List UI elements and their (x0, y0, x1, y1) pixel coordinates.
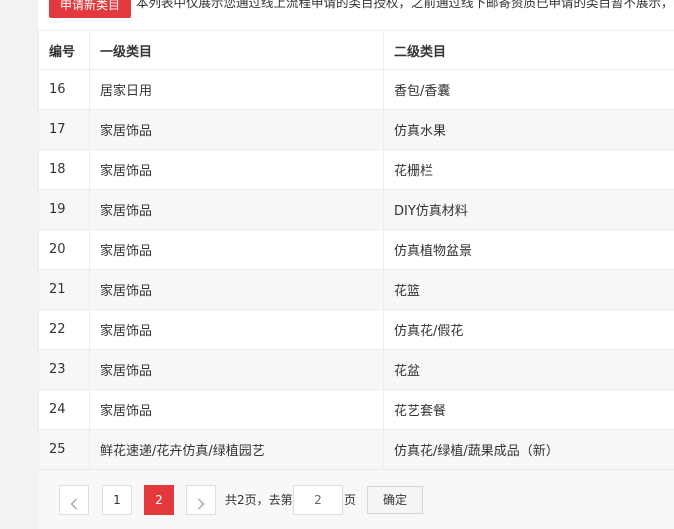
table-row: 21 家居饰品 花篮 (38, 269, 674, 310)
cell-secondary-category: DIY仿真材料 (383, 189, 674, 230)
cell-id: 21 (38, 269, 90, 310)
cell-id: 23 (38, 349, 90, 390)
cell-secondary-category: 花盆 (383, 349, 674, 390)
page-button-1[interactable]: 1 (102, 485, 132, 515)
cell-id: 22 (38, 309, 90, 350)
confirm-goto-button[interactable]: 确定 (367, 486, 423, 514)
cell-secondary-category: 花艺套餐 (383, 389, 674, 430)
cell-id: 25 (38, 429, 90, 470)
cell-id: 17 (38, 109, 90, 150)
cell-secondary-category: 花篮 (383, 269, 674, 310)
cell-primary-category: 家居饰品 (89, 389, 384, 430)
cell-secondary-category: 花栅栏 (383, 149, 674, 190)
cell-primary-category: 家居饰品 (89, 149, 384, 190)
table-row: 17 家居饰品 仿真水果 (38, 109, 674, 150)
column-header-secondary-category: 二级类目 (383, 30, 674, 70)
cell-id: 16 (38, 69, 90, 110)
column-header-id: 编号 (38, 30, 90, 70)
cell-secondary-category: 仿真花/绿植/蔬果成品（新） (383, 429, 674, 470)
cell-secondary-category: 仿真花/假花 (383, 309, 674, 350)
cell-primary-category: 居家日用 (89, 69, 384, 110)
cell-id: 18 (38, 149, 90, 190)
table-row: 20 家居饰品 仿真植物盆景 (38, 229, 674, 270)
cell-primary-category: 鲜花速递/花卉仿真/绿植园艺 (89, 429, 384, 470)
prev-page-button[interactable] (59, 485, 89, 515)
cell-primary-category: 家居饰品 (89, 109, 384, 150)
toolbar: 申请新类目 本列表中仅展示您通过线上流程申请的类目授权，之前通过线下邮寄资质已申… (38, 0, 674, 18)
category-authorization-panel: 申请新类目 本列表中仅展示您通过线上流程申请的类目授权，之前通过线下邮寄资质已申… (38, 0, 674, 529)
cell-primary-category: 家居饰品 (89, 269, 384, 310)
category-table: 编号 一级类目 二级类目 16 居家日用 香包/香囊 17 家居饰品 仿真水果 … (38, 30, 674, 470)
cell-secondary-category: 香包/香囊 (383, 69, 674, 110)
total-pages-text: 共2页，去第 (225, 493, 293, 507)
column-header-primary-category: 一级类目 (89, 30, 384, 70)
table-row: 18 家居饰品 花栅栏 (38, 149, 674, 190)
notice-text: 本列表中仅展示您通过线上流程申请的类目授权，之前通过线下邮寄资质已申请的类目暂不… (136, 0, 674, 10)
cell-id: 20 (38, 229, 90, 270)
cell-id: 19 (38, 189, 90, 230)
page-button-2[interactable]: 2 (144, 485, 174, 515)
cell-primary-category: 家居饰品 (89, 349, 384, 390)
apply-new-category-button[interactable]: 申请新类目 (49, 0, 131, 18)
next-page-button[interactable] (186, 485, 216, 515)
cell-secondary-category: 仿真水果 (383, 109, 674, 150)
cell-id: 24 (38, 389, 90, 430)
pagination: 1 2 共2页，去第 页 确定 (38, 470, 674, 529)
page-suffix-text: 页 (344, 493, 357, 507)
goto-page-input[interactable] (293, 485, 343, 515)
table-row: 23 家居饰品 花盆 (38, 349, 674, 390)
table-row: 24 家居饰品 花艺套餐 (38, 389, 674, 430)
chevron-right-icon (198, 498, 205, 510)
cell-primary-category: 家居饰品 (89, 309, 384, 350)
cell-primary-category: 家居饰品 (89, 189, 384, 230)
table-header-row: 编号 一级类目 二级类目 (38, 30, 674, 70)
table-row: 16 居家日用 香包/香囊 (38, 69, 674, 110)
chevron-left-icon (70, 498, 77, 510)
cell-primary-category: 家居饰品 (89, 229, 384, 270)
table-row: 25 鲜花速递/花卉仿真/绿植园艺 仿真花/绿植/蔬果成品（新） (38, 429, 674, 470)
table-row: 19 家居饰品 DIY仿真材料 (38, 189, 674, 230)
cell-secondary-category: 仿真植物盆景 (383, 229, 674, 270)
table-row: 22 家居饰品 仿真花/假花 (38, 309, 674, 350)
